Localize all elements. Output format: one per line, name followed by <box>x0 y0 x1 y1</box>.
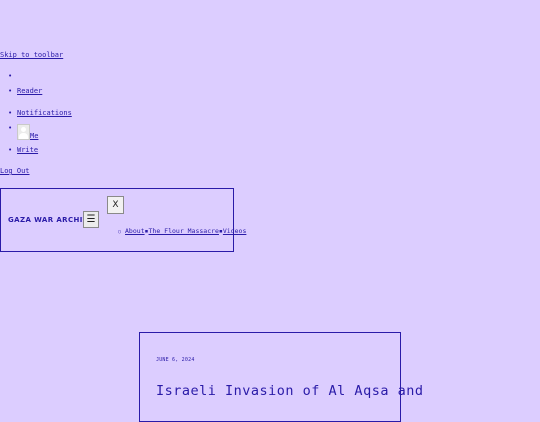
nav-about-link[interactable]: About <box>125 227 145 235</box>
log-out-link[interactable]: Log Out <box>0 167 30 175</box>
close-menu-button[interactable]: X <box>107 196 124 214</box>
post-date: JUNE 6, 2024 <box>156 357 195 363</box>
nav-flour-massacre-link[interactable]: The Flour Massacre <box>149 227 219 235</box>
close-icon: X <box>112 200 119 210</box>
notifications-link[interactable]: Notifications <box>17 109 72 117</box>
me-link[interactable]: Me <box>30 132 38 140</box>
skip-to-toolbar-link[interactable]: Skip to toolbar <box>0 51 63 59</box>
hamburger-icon: ☰ <box>86 214 96 225</box>
reader-link[interactable]: Reader <box>17 87 42 95</box>
site-title[interactable]: GAZA WAR ARCHIVE <box>8 216 94 224</box>
toolbar-item-me[interactable]: Me <box>8 124 38 140</box>
nav-videos-link[interactable]: Videos <box>223 227 246 235</box>
menu-toggle-button[interactable]: ☰ <box>83 211 99 228</box>
primary-navigation: ○ About▪The Flour Massacre▪Videos <box>118 227 246 235</box>
post-card: JUNE 6, 2024 Israeli Invasion of Al Aqsa… <box>139 332 423 422</box>
write-link[interactable]: Write <box>17 146 38 154</box>
site-header: GAZA WAR ARCHIVE ☰ X ○ About▪The Flour Ma… <box>0 188 246 252</box>
toolbar-item-write[interactable]: Write <box>8 146 38 154</box>
toolbar-item-blank <box>8 72 17 80</box>
toolbar-item-notifications[interactable]: Notifications <box>8 109 72 117</box>
avatar[interactable] <box>17 124 30 140</box>
post-title[interactable]: Israeli Invasion of Al Aqsa and <box>156 383 423 399</box>
bullet-icon: ○ <box>118 229 122 235</box>
toolbar-item-reader[interactable]: Reader <box>8 87 42 95</box>
